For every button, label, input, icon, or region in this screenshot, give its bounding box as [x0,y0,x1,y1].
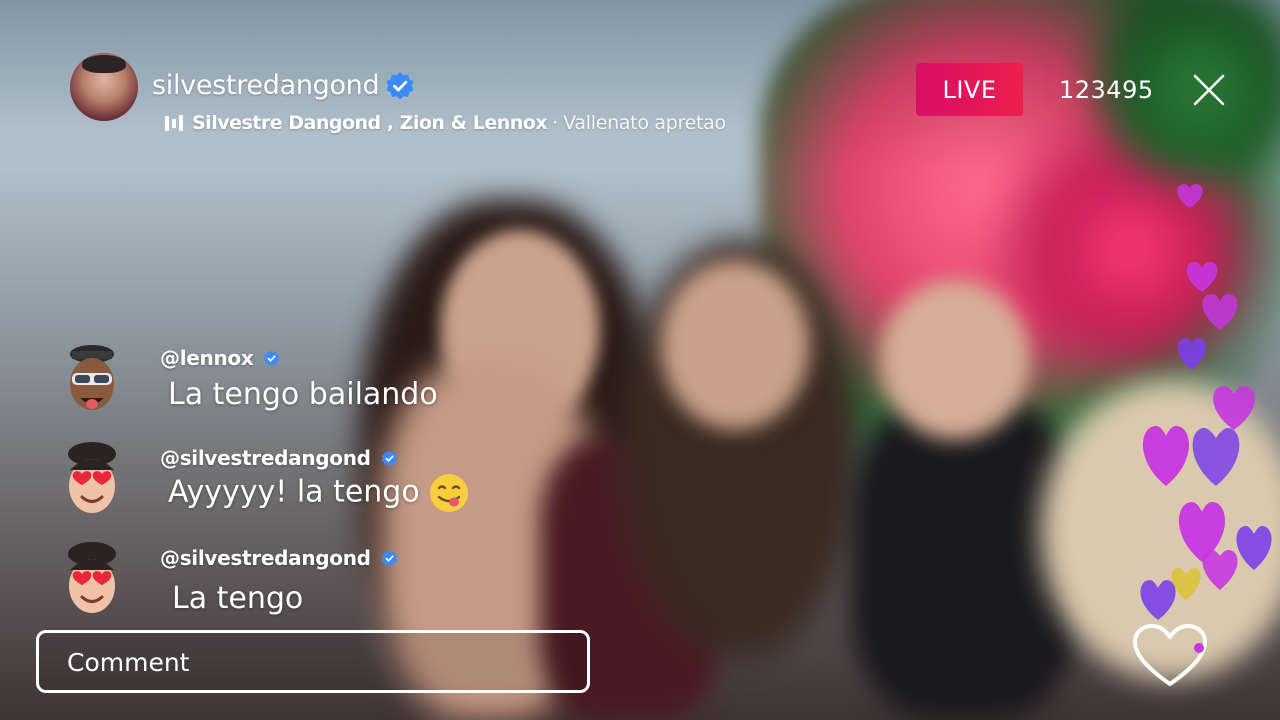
verified-badge-icon [386,72,414,100]
floating-heart-icon [1171,568,1201,600]
heart-outline-icon[interactable] [1132,623,1208,689]
video-face-middle [660,260,810,430]
comment-username-text: @lennox [160,346,254,370]
floating-heart-icon [1202,294,1238,330]
broadcaster-username[interactable]: silvestredangond [152,69,380,103]
comment-input[interactable]: Comment [36,630,590,693]
floating-heart-icon [1142,426,1190,486]
song-separator: · [552,112,559,134]
close-icon[interactable] [1192,73,1226,107]
floating-heart-icon [1177,184,1203,208]
song-artists: Silvestre Dangond , Zion & Lennox [192,112,548,134]
comment-text: La tengo bailando [168,377,438,412]
floating-heart-icon [1236,526,1272,570]
floating-heart-icon [1202,550,1238,590]
comment-username[interactable]: @silvestredangond [160,546,398,570]
comment-placeholder: Comment [67,648,190,677]
floating-heart-icon [1177,338,1207,370]
lennox-memoji-avatar [70,345,114,410]
comment-username-text: @silvestredangond [160,546,371,570]
floating-heart-icon [1186,262,1218,292]
comment-item: @silvestredangond La tengo [60,540,580,630]
comment-item: @silvestredangond Ayyyyy! la tengo [60,440,580,530]
comment-text-row: Ayyyyy! la tengo [168,472,470,514]
face-savoring-food-emoji [429,474,468,512]
comment-username[interactable]: @lennox [160,346,280,370]
floating-hearts-cluster [1140,262,1272,620]
video-face-right [880,280,1030,440]
live-badge: LIVE [916,63,1023,116]
viewer-count: 123495 [1059,76,1154,104]
verified-badge-icon [264,350,280,366]
comment-username[interactable]: @silvestredangond [160,446,398,470]
broadcaster-avatar[interactable] [70,53,138,121]
verified-badge-icon [381,450,397,466]
comment-username-text: @silvestredangond [160,446,371,470]
heart-eyes-memoji-avatar [68,442,116,513]
floating-heart-icon [1192,428,1240,486]
comment-text: Ayyyyy! la tengo [168,474,420,510]
floating-heart-icon [1213,386,1255,430]
verified-badge-icon [381,550,397,566]
floating-heart-icon [1140,580,1176,620]
song-title: Vallenato apretao [563,112,726,134]
music-bars-icon [165,115,183,131]
comment-item: @lennox La tengo bailando [60,340,580,430]
heart-eyes-memoji-avatar [68,542,116,613]
comment-text: La tengo [172,581,304,616]
now-playing-song[interactable]: Silvestre Dangond , Zion & Lennox · Vall… [164,109,726,137]
floating-heart-icon [1178,502,1226,562]
